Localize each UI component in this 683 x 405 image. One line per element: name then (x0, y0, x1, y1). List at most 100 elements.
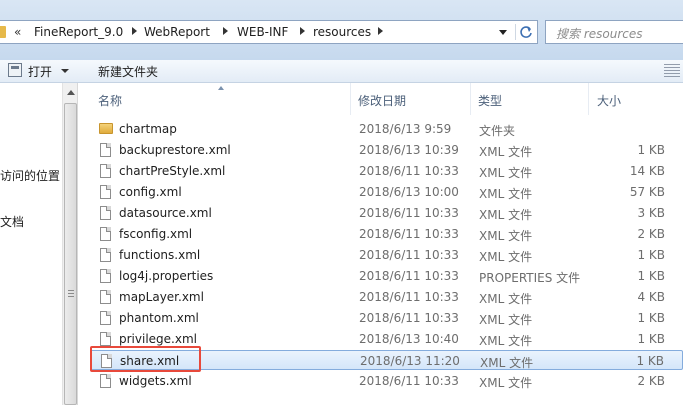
file-row[interactable]: mapLayer.xml 2018/6/11 10:33 XML 文件 4 KB (90, 287, 683, 307)
file-size: 1 KB (637, 248, 665, 262)
scroll-thumb[interactable] (64, 103, 77, 405)
chevron-right-icon[interactable] (223, 27, 228, 35)
chevron-down-icon[interactable] (61, 69, 69, 73)
file-date: 2018/6/13 10:00 (359, 185, 459, 199)
annotation-highlight (90, 346, 201, 372)
open-button[interactable]: 打开 (28, 63, 52, 80)
column-date[interactable]: 修改日期 (358, 92, 406, 109)
file-type: XML 文件 (479, 292, 533, 306)
file-size: 4 KB (637, 290, 665, 304)
file-row[interactable]: phantom.xml 2018/6/11 10:33 XML 文件 1 KB (90, 308, 683, 328)
nav-item-recent-places[interactable]: 访问的位置 (0, 167, 60, 184)
file-date: 2018/6/11 10:33 (359, 164, 459, 178)
file-icon (100, 164, 111, 178)
file-row[interactable]: config.xml 2018/6/13 10:00 XML 文件 57 KB (90, 182, 683, 202)
file-type: XML 文件 (480, 356, 534, 370)
file-name: config.xml (119, 185, 182, 199)
file-icon (100, 290, 111, 304)
file-size: 2 KB (637, 227, 665, 241)
column-divider[interactable] (470, 83, 471, 115)
search-placeholder: 搜索 resources (556, 27, 643, 41)
file-date: 2018/6/11 10:33 (359, 374, 459, 388)
file-date: 2018/6/13 9:59 (359, 122, 452, 136)
breadcrumb-resources[interactable]: resources (313, 25, 371, 39)
file-date: 2018/6/11 10:33 (359, 206, 459, 220)
breadcrumb-webreport[interactable]: WebReport (144, 25, 210, 39)
navigation-scrollbar[interactable] (62, 83, 78, 405)
file-row[interactable]: fsconfig.xml 2018/6/11 10:33 XML 文件 2 KB (90, 224, 683, 244)
file-icon (100, 269, 111, 283)
column-divider[interactable] (588, 83, 589, 115)
file-type: PROPERTIES 文件 (479, 271, 581, 285)
view-options-icon[interactable] (664, 64, 680, 77)
file-size: 3 KB (637, 206, 665, 220)
column-name[interactable]: 名称 (98, 92, 122, 109)
file-icon (100, 206, 111, 220)
file-size: 1 KB (637, 143, 665, 157)
file-name: functions.xml (119, 248, 201, 262)
search-input[interactable]: 搜索 resources (545, 20, 683, 44)
file-icon (100, 143, 111, 157)
file-name: privilege.xml (119, 332, 197, 346)
file-icon (100, 311, 111, 325)
file-icon (100, 227, 111, 241)
file-date: 2018/6/11 10:33 (359, 269, 459, 283)
file-row[interactable]: chartPreStyle.xml 2018/6/11 10:33 XML 文件 14… (90, 161, 683, 181)
address-bar[interactable]: « FineReport_9.0 WebReport WEB-INF resou… (0, 20, 538, 44)
file-name: backuprestore.xml (119, 143, 231, 157)
file-row[interactable]: widgets.xml 2018/6/11 10:33 XML 文件 2 KB (90, 371, 683, 391)
file-row[interactable]: chartmap 2018/6/13 9:59 文件夹 (90, 119, 683, 139)
file-row[interactable]: log4j.properties 2018/6/11 10:33 PROPERTIE… (90, 266, 683, 286)
history-chevron-icon[interactable]: « (14, 25, 21, 39)
file-date: 2018/6/11 10:33 (359, 290, 459, 304)
breadcrumb-web-inf[interactable]: WEB-INF (237, 25, 288, 39)
address-dropdown-button[interactable] (495, 24, 511, 40)
grip-icon (68, 290, 74, 297)
file-size: 57 KB (629, 185, 665, 199)
file-row[interactable]: backuprestore.xml 2018/6/13 10:39 XML 文件 1 … (90, 140, 683, 160)
column-type[interactable]: 类型 (478, 92, 502, 109)
file-size: 1 KB (637, 332, 665, 346)
file-date: 2018/6/11 10:33 (359, 248, 459, 262)
file-name: widgets.xml (119, 374, 192, 388)
file-size: 1 KB (637, 269, 665, 283)
command-bar: 打开 新建文件夹 (0, 60, 683, 83)
file-type: XML 文件 (479, 313, 533, 327)
column-size[interactable]: 大小 (597, 92, 621, 109)
file-type: XML 文件 (479, 166, 533, 180)
file-size: 1 KB (636, 354, 664, 368)
file-name: fsconfig.xml (119, 227, 193, 241)
file-type: XML 文件 (479, 250, 533, 264)
chevron-right-icon[interactable] (300, 27, 305, 35)
file-size: 14 KB (629, 164, 665, 178)
refresh-button[interactable] (515, 24, 534, 40)
file-icon (100, 185, 111, 199)
chevron-right-icon[interactable] (378, 27, 383, 35)
new-folder-button[interactable]: 新建文件夹 (98, 63, 158, 80)
file-name: phantom.xml (119, 311, 199, 325)
chevron-right-icon[interactable] (132, 27, 137, 35)
file-type: XML 文件 (479, 145, 533, 159)
file-row[interactable]: functions.xml 2018/6/11 10:33 XML 文件 1 KB (90, 245, 683, 265)
sort-ascending-icon (218, 86, 224, 90)
open-icon[interactable] (8, 63, 22, 77)
file-type: XML 文件 (479, 187, 533, 201)
column-divider[interactable] (350, 83, 351, 115)
scroll-up-icon[interactable] (67, 90, 75, 95)
breadcrumb-finereport[interactable]: FineReport_9.0 (34, 25, 123, 39)
file-type: XML 文件 (479, 208, 533, 222)
file-type: XML 文件 (479, 229, 533, 243)
file-name: chartPreStyle.xml (119, 164, 226, 178)
refresh-icon (520, 26, 532, 38)
file-name: chartmap (119, 122, 177, 136)
nav-item-documents[interactable]: 文档 (0, 213, 24, 230)
file-row[interactable]: datasource.xml 2018/6/11 10:33 XML 文件 3 KB (90, 203, 683, 223)
file-type: XML 文件 (479, 376, 533, 390)
file-date: 2018/6/13 10:39 (359, 143, 459, 157)
file-date: 2018/6/11 10:33 (359, 227, 459, 241)
file-size: 1 KB (637, 311, 665, 325)
folder-icon (0, 26, 6, 38)
file-date: 2018/6/11 10:33 (359, 311, 459, 325)
file-name: log4j.properties (119, 269, 214, 283)
file-date: 2018/6/13 10:40 (359, 332, 459, 346)
